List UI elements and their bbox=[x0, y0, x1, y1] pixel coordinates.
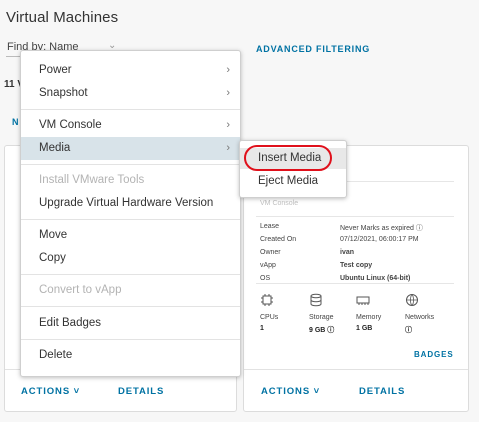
detail-label: vApp bbox=[260, 262, 276, 269]
stat-value: 1 GB bbox=[356, 325, 373, 332]
storage-icon bbox=[310, 293, 322, 307]
menu-item-label: Edit Badges bbox=[39, 317, 102, 329]
detail-label: Created On bbox=[260, 236, 297, 243]
menu-separator bbox=[21, 219, 240, 220]
divider bbox=[256, 216, 454, 217]
detail-value: Ubuntu Linux (64-bit) bbox=[340, 275, 411, 282]
advanced-filtering-link[interactable]: ADVANCED FILTERING bbox=[256, 44, 370, 54]
card-divider bbox=[244, 369, 468, 370]
menu-item-edit-badges[interactable]: Edit Badges bbox=[21, 312, 240, 335]
chevron-right-icon: › bbox=[226, 87, 230, 99]
detail-row-created: Created On 07/12/2021, 06:00:17 PM bbox=[260, 236, 419, 243]
menu-item-label: Convert to vApp bbox=[39, 284, 122, 296]
menu-item-upgrade-hardware[interactable]: Upgrade Virtual Hardware Version bbox=[21, 192, 240, 215]
detail-value: Never Marks as expired ⓘ bbox=[340, 225, 423, 232]
detail-row-os: OS Ubuntu Linux (64-bit) bbox=[260, 275, 410, 282]
network-icon bbox=[406, 294, 418, 306]
actions-button[interactable]: ACTIONS ˅ bbox=[261, 386, 320, 397]
menu-item-label: Move bbox=[39, 229, 68, 241]
chevron-right-icon: › bbox=[226, 119, 230, 131]
partial-link[interactable]: N bbox=[12, 117, 19, 127]
menu-item-vm-console[interactable]: VM Console › bbox=[21, 114, 240, 137]
menu-item-label: Media bbox=[39, 142, 71, 154]
menu-separator bbox=[21, 306, 240, 307]
menu-item-label: Install VMware Tools bbox=[39, 174, 145, 186]
detail-label: OS bbox=[260, 275, 271, 282]
menu-item-convert-to-vapp: Convert to vApp bbox=[21, 279, 240, 302]
details-link[interactable]: DETAILS bbox=[118, 386, 164, 397]
menu-separator bbox=[21, 274, 240, 275]
menu-separator bbox=[21, 339, 240, 340]
menu-item-media[interactable]: Media › bbox=[21, 137, 240, 160]
menu-item-label: Upgrade Virtual Hardware Version bbox=[39, 197, 214, 209]
chevron-right-icon: › bbox=[226, 64, 230, 76]
stat-label: Networks bbox=[405, 314, 435, 321]
stat-value: ⓘ bbox=[405, 327, 412, 334]
menu-separator bbox=[21, 109, 240, 110]
detail-value: Test copy bbox=[340, 262, 373, 269]
menu-item-label: Copy bbox=[39, 252, 66, 264]
details-link[interactable]: DETAILS bbox=[359, 386, 405, 397]
chevron-right-icon: › bbox=[226, 142, 230, 154]
vm-console-preview[interactable]: VM Console bbox=[260, 200, 298, 207]
memory-icon bbox=[356, 296, 370, 305]
detail-row-vapp: vApp Test copy bbox=[260, 262, 372, 269]
stat-value: 9 GB ⓘ bbox=[309, 327, 335, 334]
menu-separator bbox=[21, 164, 240, 165]
stat-label: Memory bbox=[356, 314, 382, 321]
stat-label: CPUs bbox=[260, 314, 279, 321]
menu-item-delete[interactable]: Delete bbox=[21, 344, 240, 367]
page-title: Virtual Machines bbox=[6, 9, 119, 26]
detail-row-owner: Owner ivan bbox=[260, 249, 354, 256]
detail-label: Owner bbox=[260, 249, 281, 256]
menu-item-snapshot[interactable]: Snapshot › bbox=[21, 82, 240, 105]
memory-stat: Memory 1 GB bbox=[356, 293, 381, 332]
menu-item-label: VM Console bbox=[39, 119, 102, 131]
highlight-ring bbox=[244, 145, 332, 171]
detail-label: Lease bbox=[260, 223, 280, 230]
menu-item-label: Power bbox=[39, 64, 72, 76]
badges-link[interactable]: BADGES bbox=[414, 350, 454, 359]
actions-button[interactable]: ACTIONS ˅ bbox=[21, 386, 80, 397]
detail-row-lease: Lease Never Marks as expired ⓘ bbox=[260, 223, 423, 232]
detail-value: 07/12/2021, 06:00:17 PM bbox=[340, 236, 419, 243]
menu-item-label: Delete bbox=[39, 349, 73, 361]
divider bbox=[256, 283, 454, 284]
menu-item-power[interactable]: Power › bbox=[21, 59, 240, 82]
cpu-icon bbox=[261, 294, 273, 306]
menu-item-copy[interactable]: Copy bbox=[21, 247, 240, 270]
menu-item-label: Snapshot bbox=[39, 87, 88, 99]
actions-context-menu: Power › Snapshot › VM Console › Media › … bbox=[20, 50, 241, 377]
menu-item-move[interactable]: Move bbox=[21, 224, 240, 247]
cpu-stat: CPUs 1 bbox=[260, 293, 278, 332]
storage-stat: Storage 9 GB ⓘ bbox=[309, 293, 334, 335]
detail-value: ivan bbox=[340, 249, 355, 256]
menu-item-install-vmware-tools: Install VMware Tools bbox=[21, 169, 240, 192]
eject-media-item[interactable]: Eject Media bbox=[240, 171, 346, 192]
stat-label: Storage bbox=[309, 314, 334, 321]
network-stat: Networks ⓘ bbox=[405, 293, 434, 335]
stat-value: 1 bbox=[260, 325, 264, 332]
